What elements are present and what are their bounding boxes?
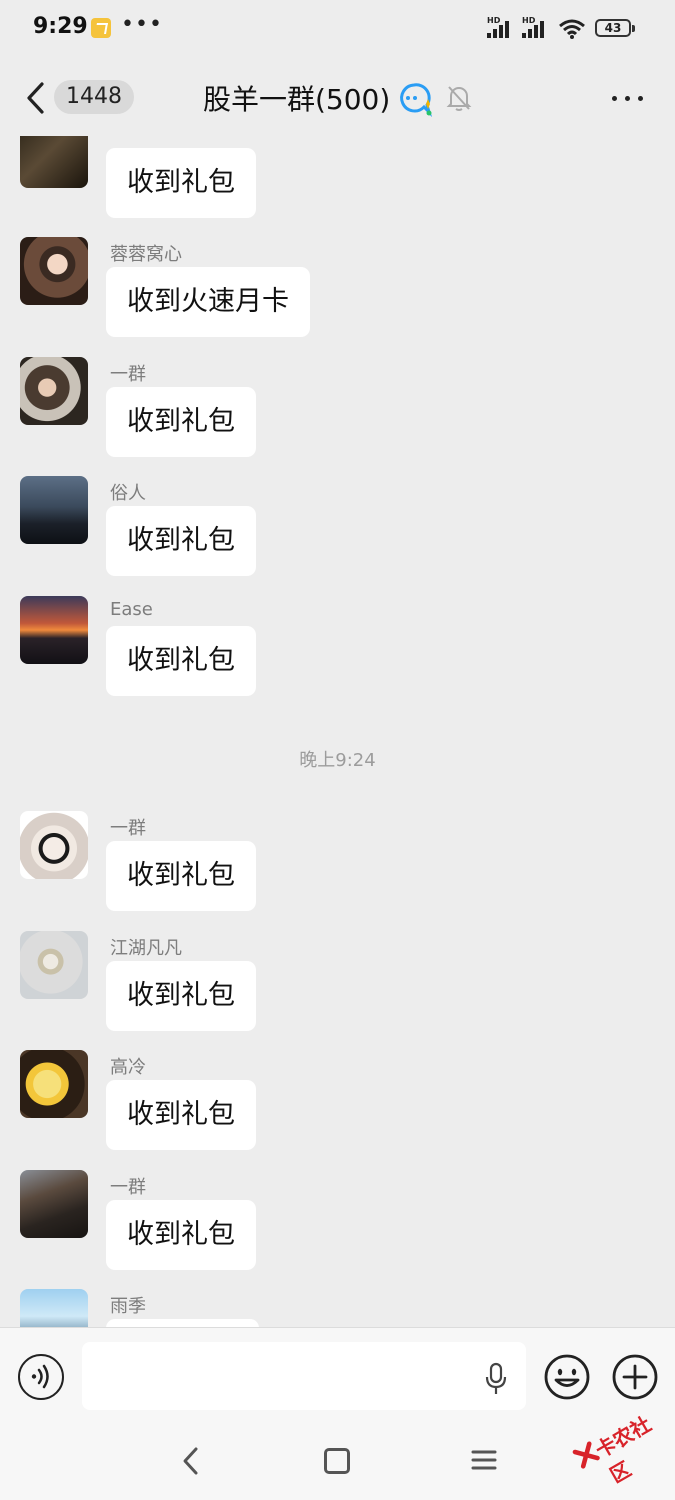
sender-name: 蓉蓉窝心 <box>110 244 182 265</box>
sender-name: 一群 <box>110 1177 146 1198</box>
avatar[interactable] <box>20 596 88 664</box>
avatar[interactable] <box>20 476 88 544</box>
muted-bell-icon <box>446 86 472 111</box>
avatar[interactable] <box>20 931 88 999</box>
status-bar: 9:29 ••• HD HD 43 <box>0 0 675 60</box>
unread-count-badge[interactable]: 1448 <box>54 80 134 114</box>
nav-menu-icon[interactable] <box>470 1446 498 1474</box>
message-bubble[interactable] <box>106 1319 259 1327</box>
hd-label-1: HD <box>487 16 501 25</box>
message-bubble[interactable]: 收到礼包 <box>106 1200 256 1270</box>
message-input[interactable] <box>82 1342 526 1410</box>
time-divider: 晚上9:24 <box>299 750 376 771</box>
sender-name: 雨季 <box>110 1296 146 1317</box>
message-bubble[interactable]: 收到礼包 <box>106 506 256 576</box>
back-arrow-icon[interactable] <box>22 80 52 116</box>
avatar[interactable] <box>20 237 88 305</box>
chat-header: 1448 股羊一群(500) <box>0 60 675 136</box>
emoji-button-icon[interactable] <box>543 1353 591 1401</box>
sender-name: 一群 <box>110 818 146 839</box>
message-list[interactable]: 收到礼包 蓉蓉窝心 收到火速月卡 一群 收到礼包 俗人 收到礼包 Ease 收到… <box>0 136 675 1327</box>
wifi-icon <box>559 19 585 39</box>
status-time: 9:29 <box>33 14 88 39</box>
chat-title: 股羊一群(500) <box>203 83 391 116</box>
avatar[interactable] <box>20 1289 88 1327</box>
sender-name: 一群 <box>110 364 146 385</box>
message-bubble[interactable]: 收到礼包 <box>106 841 256 911</box>
avatar[interactable] <box>20 136 88 188</box>
avatar[interactable] <box>20 357 88 425</box>
avatar[interactable] <box>20 1170 88 1238</box>
nav-home-icon[interactable] <box>324 1448 350 1474</box>
message-bubble[interactable]: 收到火速月卡 <box>106 267 310 337</box>
sender-name: 江湖凡凡 <box>110 938 182 959</box>
sender-name: Ease <box>110 599 153 620</box>
message-bubble[interactable]: 收到礼包 <box>106 1080 256 1150</box>
input-bar <box>0 1327 675 1425</box>
hd-label-2: HD <box>522 16 536 25</box>
message-bubble[interactable]: 收到礼包 <box>106 961 256 1031</box>
ai-assistant-icon[interactable] <box>396 80 434 118</box>
message-bubble[interactable]: 收到礼包 <box>106 387 256 457</box>
microphone-icon[interactable] <box>484 1362 508 1396</box>
notes-notification-icon <box>91 18 111 38</box>
signal-1-icon: HD <box>487 16 517 40</box>
battery-indicator: 43 <box>595 19 635 37</box>
message-bubble[interactable]: 收到礼包 <box>106 626 256 696</box>
voice-input-button[interactable] <box>18 1354 64 1400</box>
avatar[interactable] <box>20 811 88 879</box>
signal-2-icon: HD <box>522 16 552 40</box>
sender-name: 俗人 <box>110 483 146 504</box>
avatar[interactable] <box>20 1050 88 1118</box>
more-notifications-icon: ••• <box>121 12 163 37</box>
message-bubble[interactable]: 收到礼包 <box>106 148 256 218</box>
voice-waves-icon <box>31 1364 49 1389</box>
sender-name: 高冷 <box>110 1057 146 1078</box>
more-options-icon[interactable] <box>608 82 648 114</box>
nav-back-icon[interactable] <box>176 1444 206 1478</box>
